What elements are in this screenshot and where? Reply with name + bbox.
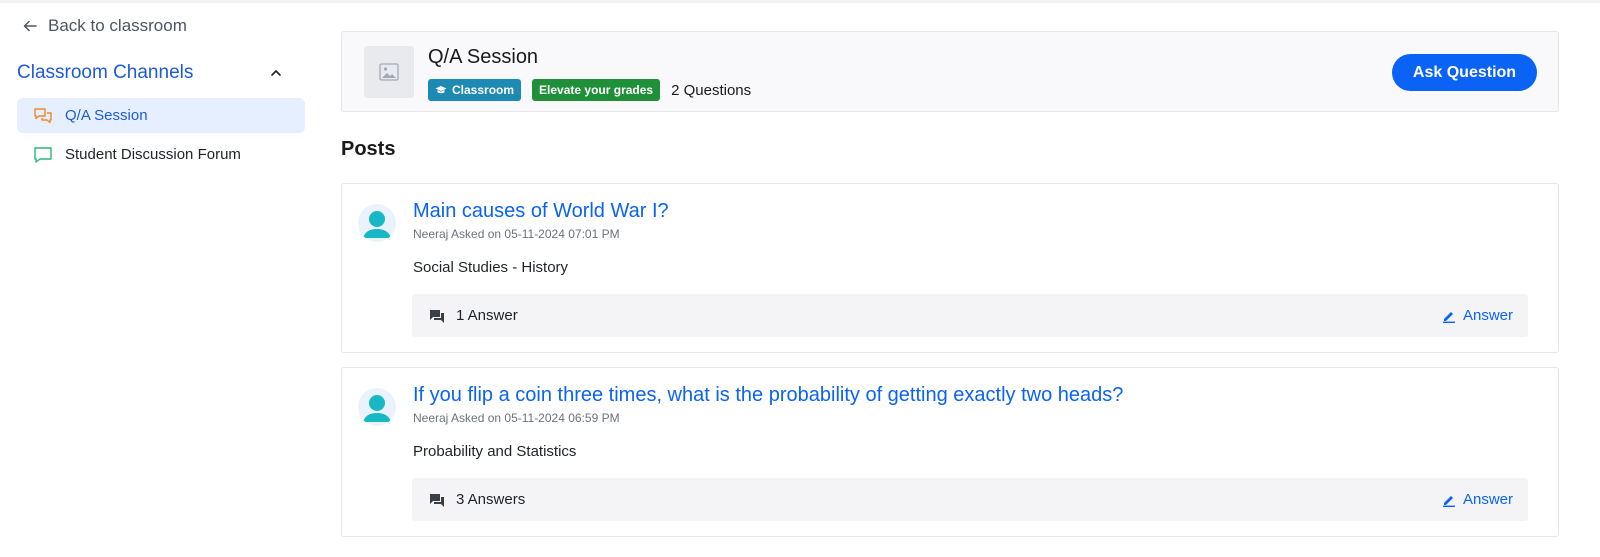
back-link-label: Back to classroom [48,16,187,35]
answer-button[interactable]: Answer [1442,294,1513,337]
chat-bubble-icon [34,146,52,163]
post-footer: 3 Answers Answer [412,478,1528,521]
sidebar-item-qa-session[interactable]: Q/A Session [17,98,305,133]
answers-count-label: 1 Answer [456,307,518,324]
answers-count[interactable]: 3 Answers [429,478,525,521]
post-title-link[interactable]: Main causes of World War I? [413,200,669,223]
post-body: Social Studies - History [413,259,569,276]
classroom-badge-label: Classroom [452,83,515,97]
back-to-classroom-link[interactable]: Back to classroom [22,16,187,36]
forum-icon [430,493,444,507]
post-title-link[interactable]: If you flip a coin three times, what is … [413,384,1123,407]
arrow-left-icon [23,20,37,32]
post-meta: Neeraj Asked on 05-11-2024 07:01 PM [413,227,620,241]
question-count: 2 Questions [671,81,752,99]
answers-count-label: 3 Answers [456,491,526,508]
session-thumbnail [364,46,414,98]
user-avatar-icon [363,211,391,238]
sidebar-item-label: Q/A Session [65,107,148,124]
post-card: If you flip a coin three times, what is … [341,367,1559,537]
post-card: Main causes of World War I? Neeraj Asked… [341,183,1559,353]
avatar [358,204,396,242]
answers-count[interactable]: 1 Answer [429,294,518,337]
post-footer: 1 Answer Answer [412,294,1528,337]
chat-bubbles-icon [34,107,52,123]
pencil-icon [1442,495,1455,507]
post-body: Probability and Statistics [413,443,577,460]
session-badges: Classroom Elevate your grades 2 Question… [428,79,751,101]
post-meta: Neeraj Asked on 05-11-2024 06:59 PM [413,411,620,425]
classroom-channels-title: Classroom Channels [17,62,194,83]
answer-button[interactable]: Answer [1442,478,1513,521]
answer-button-label: Answer [1462,491,1513,508]
sidebar-item-student-discussion-forum[interactable]: Student Discussion Forum [17,137,305,172]
answer-button-label: Answer [1462,307,1513,324]
forum-icon [430,309,444,323]
page-title: Q/A Session [428,46,539,68]
posts-heading: Posts [341,138,396,160]
sidebar: Back to classroom Classroom Channels Q/A… [0,0,320,557]
avatar [358,388,396,426]
classroom-channels-header[interactable]: Classroom Channels [17,62,283,84]
ask-question-button[interactable]: Ask Question [1392,54,1537,91]
tagline-badge: Elevate your grades [532,79,661,101]
chevron-up-icon[interactable] [269,66,283,80]
image-placeholder-icon [379,63,399,81]
session-header-card: Q/A Session Classroom Elevate your grade… [341,31,1559,112]
user-avatar-icon [363,395,391,422]
sidebar-item-label: Student Discussion Forum [65,146,241,163]
classroom-badge: Classroom [428,79,522,101]
graduation-cap-icon [435,86,447,94]
pencil-icon [1442,311,1455,323]
